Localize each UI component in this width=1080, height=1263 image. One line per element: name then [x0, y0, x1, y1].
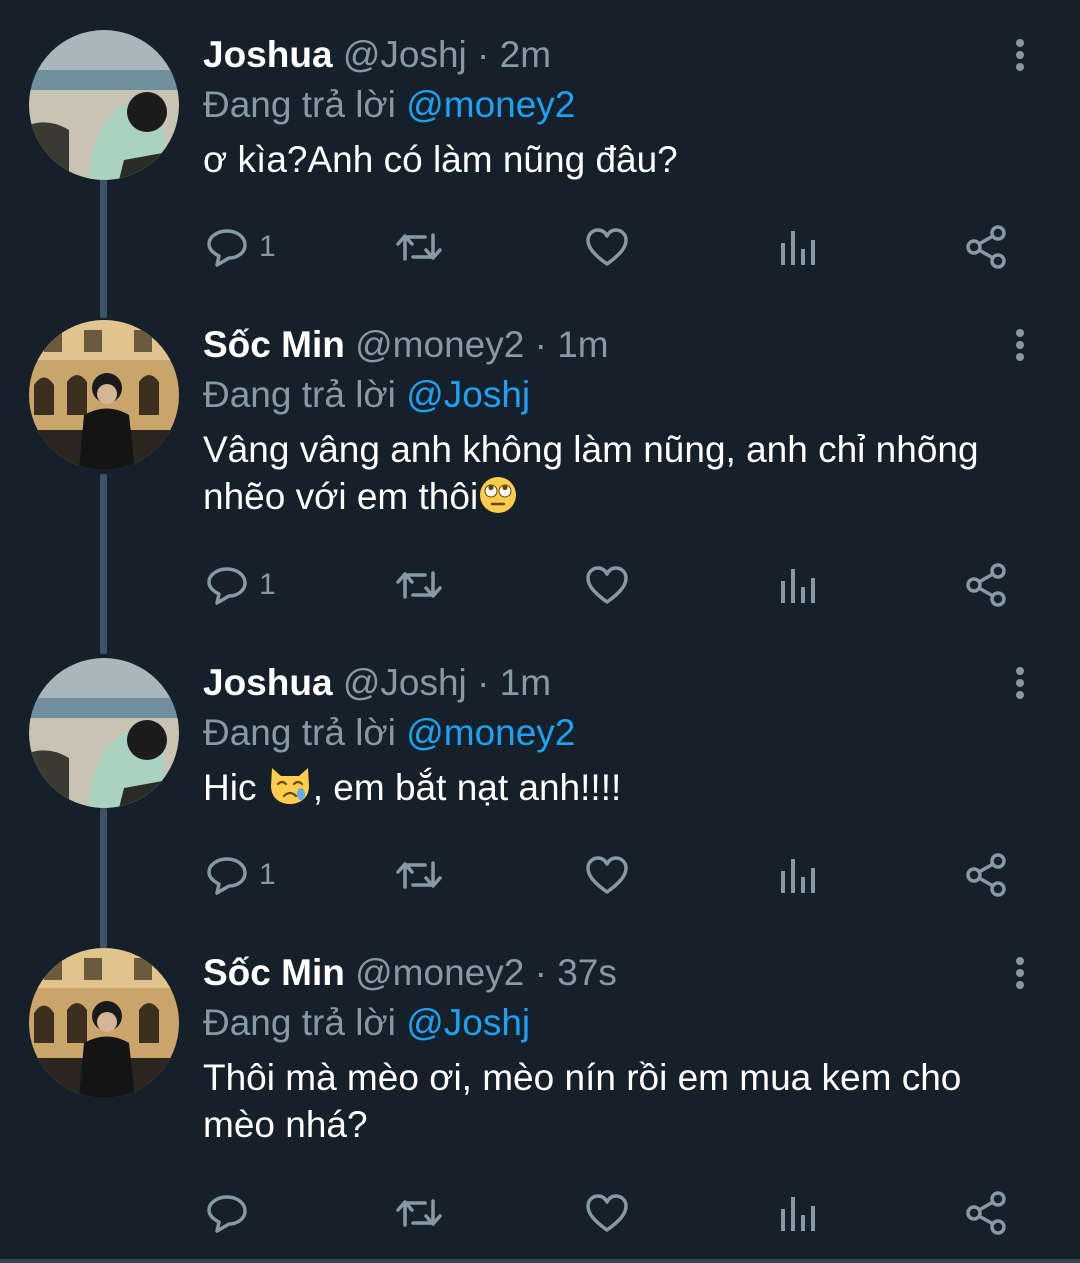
- tweet-text-content: Thôi mà mèo ơi, mèo nín rồi em mua kem c…: [203, 1057, 962, 1145]
- replying-label: Đang trả lời: [203, 84, 396, 125]
- timestamp[interactable]: 37s: [557, 952, 617, 993]
- tweet-text: Thôi mà mèo ơi, mèo nín rồi em mua kem c…: [203, 1054, 1043, 1148]
- reply-button[interactable]: 1: [203, 850, 276, 900]
- tweet-actions: 1: [203, 850, 1023, 900]
- retweet-button[interactable]: [393, 560, 445, 610]
- avatar[interactable]: [29, 30, 179, 180]
- analytics-button[interactable]: [775, 222, 823, 272]
- crying-cat-face-icon: [267, 764, 313, 817]
- thread-connector: [100, 808, 107, 948]
- tweet-actions: 1: [203, 560, 1023, 610]
- author-handle[interactable]: @Joshj: [343, 34, 467, 75]
- avatar[interactable]: [29, 658, 179, 808]
- separator: ·: [477, 662, 490, 703]
- timestamp[interactable]: 1m: [557, 324, 608, 365]
- mention-link[interactable]: @money2: [406, 712, 575, 753]
- tweet-text-after: , em bắt nạt anh!!!!: [312, 767, 622, 808]
- replying-label: Đang trả lời: [203, 712, 396, 753]
- like-button[interactable]: [583, 850, 631, 900]
- mention-link[interactable]: @Joshj: [406, 374, 530, 415]
- author-handle[interactable]: @Joshj: [343, 662, 467, 703]
- reply-button[interactable]: 1: [203, 560, 276, 610]
- reply-icon: [207, 567, 247, 605]
- tweet-text: ơ kìa?Anh có làm nũng đâu?: [203, 136, 1043, 183]
- share-icon: [966, 563, 1006, 607]
- avatar[interactable]: [29, 320, 179, 470]
- heart-icon: [586, 228, 628, 266]
- reply-count: 1: [259, 568, 276, 601]
- thread-connector: [100, 178, 107, 318]
- author-name[interactable]: Joshua: [203, 34, 333, 75]
- reply-icon: [207, 229, 247, 267]
- author-name[interactable]: Sốc Min: [203, 324, 345, 365]
- tweet-thread: Joshua @Joshj · 2m Đang trả lời @money2 …: [0, 0, 1080, 1263]
- retweet-icon: [396, 861, 442, 889]
- tweet-actions: [203, 1188, 1023, 1238]
- reply-button[interactable]: 1: [203, 222, 276, 272]
- author-name[interactable]: Sốc Min: [203, 952, 345, 993]
- retweet-icon: [396, 233, 442, 261]
- retweet-button[interactable]: [393, 1188, 445, 1238]
- heart-icon: [586, 566, 628, 604]
- reply-count: 1: [259, 230, 276, 263]
- reply-icon: [207, 857, 247, 895]
- timestamp[interactable]: 2m: [500, 34, 551, 75]
- tweet-actions: 1: [203, 222, 1023, 272]
- avatar[interactable]: [29, 948, 179, 1098]
- like-button[interactable]: [583, 1188, 631, 1238]
- reply-button[interactable]: [203, 1188, 259, 1238]
- timestamp[interactable]: 1m: [500, 662, 551, 703]
- analytics-button[interactable]: [775, 560, 823, 610]
- analytics-icon: [781, 859, 815, 893]
- share-button[interactable]: [963, 222, 1011, 272]
- analytics-icon: [781, 1197, 815, 1231]
- share-button[interactable]: [963, 850, 1011, 900]
- heart-icon: [586, 856, 628, 894]
- reply-icon: [207, 1195, 247, 1233]
- heart-icon: [586, 1194, 628, 1232]
- author-handle[interactable]: @money2: [355, 324, 524, 365]
- analytics-button[interactable]: [775, 1188, 823, 1238]
- replying-label: Đang trả lời: [203, 374, 396, 415]
- tweet-text: Hic , em bắt nạt anh!!!!: [203, 764, 1043, 817]
- share-icon: [966, 1191, 1006, 1235]
- share-icon: [966, 853, 1006, 897]
- more-options-icon[interactable]: [1008, 954, 1032, 994]
- tweet-text-before: Hic: [203, 767, 267, 808]
- retweet-button[interactable]: [393, 850, 445, 900]
- like-button[interactable]: [583, 560, 631, 610]
- retweet-button[interactable]: [393, 222, 445, 272]
- analytics-icon: [781, 231, 815, 265]
- more-options-icon[interactable]: [1008, 326, 1032, 366]
- analytics-icon: [781, 569, 815, 603]
- reply-count: 1: [259, 858, 276, 891]
- analytics-button[interactable]: [775, 850, 823, 900]
- tweet-text: Vâng vâng anh không làm nũng, anh chỉ nh…: [203, 426, 1043, 526]
- author-handle[interactable]: @money2: [355, 952, 524, 993]
- like-button[interactable]: [583, 222, 631, 272]
- more-options-icon[interactable]: [1008, 664, 1032, 704]
- retweet-icon: [396, 1199, 442, 1227]
- replying-label: Đang trả lời: [203, 1002, 396, 1043]
- separator: ·: [534, 324, 547, 365]
- thread-connector: [100, 474, 107, 654]
- share-icon: [966, 225, 1006, 269]
- tweet-text-content: ơ kìa?Anh có làm nũng đâu?: [203, 139, 678, 180]
- separator: ·: [477, 34, 490, 75]
- share-button[interactable]: [963, 1188, 1011, 1238]
- bottom-divider: [0, 1259, 1080, 1263]
- tweet-text-content: Vâng vâng anh không làm nũng, anh chỉ nh…: [203, 429, 979, 517]
- retweet-icon: [396, 571, 442, 599]
- author-name[interactable]: Joshua: [203, 662, 333, 703]
- mention-link[interactable]: @money2: [406, 84, 575, 125]
- face-with-rolling-eyes-icon: [478, 475, 518, 526]
- share-button[interactable]: [963, 560, 1011, 610]
- separator: ·: [534, 952, 547, 993]
- more-options-icon[interactable]: [1008, 36, 1032, 76]
- mention-link[interactable]: @Joshj: [406, 1002, 530, 1043]
